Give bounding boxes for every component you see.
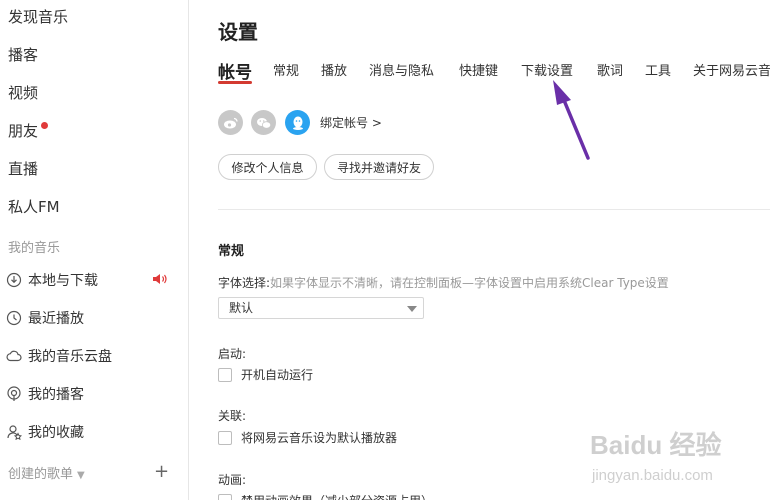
watermark-sub: jingyan.baidu.com bbox=[591, 467, 713, 484]
baidu-watermark: Baidu 经验 jingyan.baidu.com bbox=[590, 410, 760, 495]
watermark-text: Baidu 经验 bbox=[590, 430, 721, 460]
